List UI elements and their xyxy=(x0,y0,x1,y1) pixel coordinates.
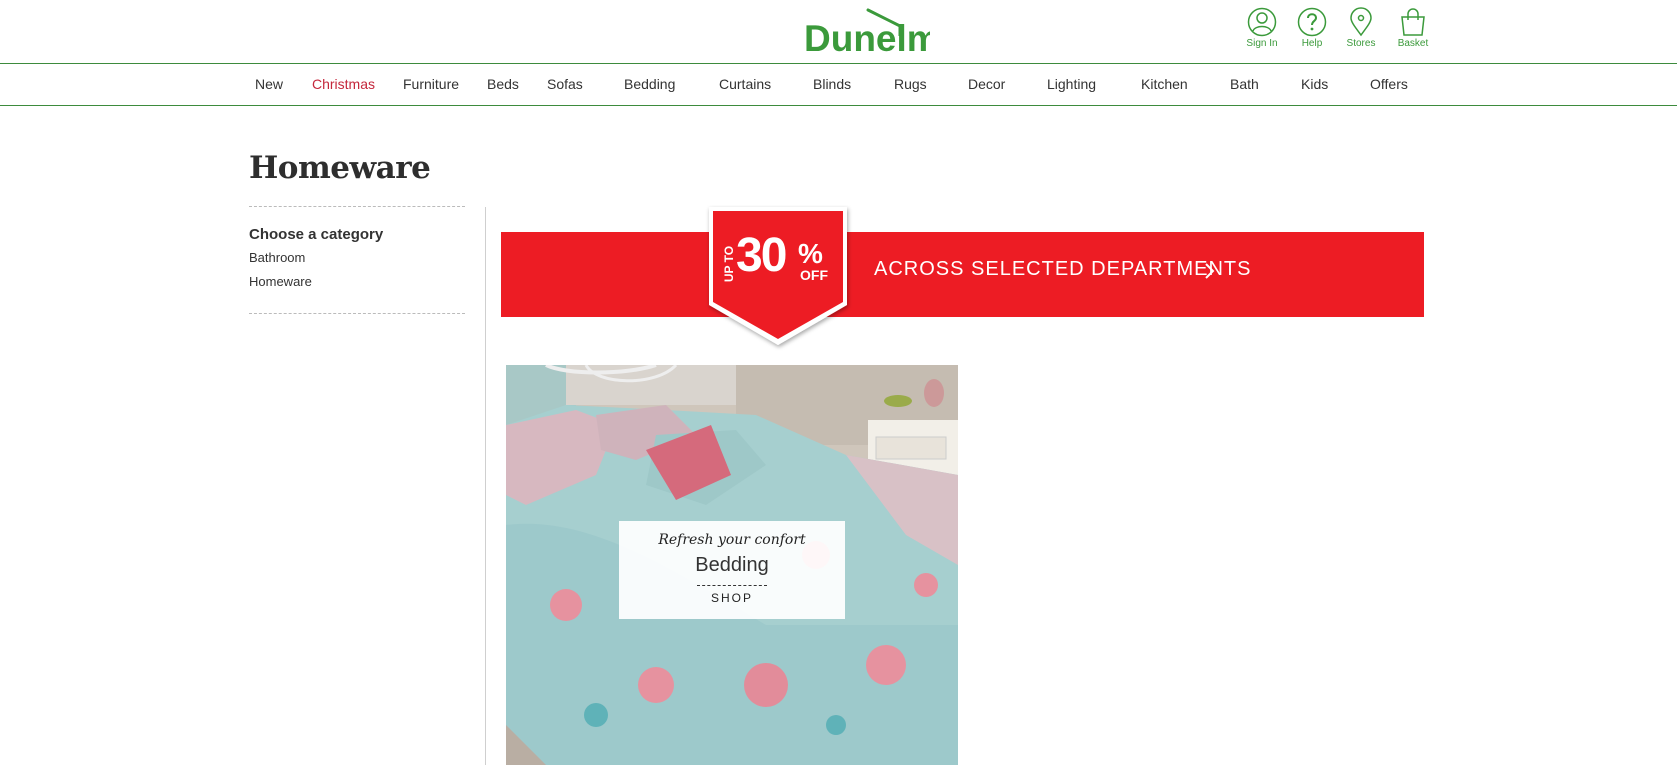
help-label: Help xyxy=(1301,38,1323,49)
nav-item-blinds[interactable]: Blinds xyxy=(813,76,851,92)
sign-in-label: Sign In xyxy=(1246,38,1278,49)
nav-item-decor[interactable]: Decor xyxy=(968,76,1005,92)
promo-text[interactable]: ACROSS SELECTED DEPARTMENTS xyxy=(874,258,1251,281)
site-header: Dunelm Sign In Help Stores Basket xyxy=(0,0,1677,64)
svg-text:Dunelm: Dunelm xyxy=(804,18,930,56)
nav-item-kitchen[interactable]: Kitchen xyxy=(1141,76,1188,92)
basket-label: Basket xyxy=(1397,38,1429,49)
nav-item-sofas[interactable]: Sofas xyxy=(547,76,583,92)
dunelm-logo[interactable]: Dunelm xyxy=(802,6,930,56)
sidebar-heading: Choose a category xyxy=(249,226,384,243)
page-title: Homeware xyxy=(249,150,431,186)
stores-label: Stores xyxy=(1346,38,1376,49)
nav-item-rugs[interactable]: Rugs xyxy=(894,76,927,92)
nav-item-christmas[interactable]: Christmas xyxy=(312,76,375,92)
bedding-tagline: Refresh your confort xyxy=(658,532,806,548)
shop-bedding-link[interactable]: SHOP xyxy=(619,591,845,605)
nav-item-bath[interactable]: Bath xyxy=(1230,76,1259,92)
caption-divider xyxy=(697,585,767,586)
stores-button[interactable]: Stores xyxy=(1338,7,1384,49)
badge-percent: % xyxy=(798,238,823,269)
nav-item-bedding[interactable]: Bedding xyxy=(624,76,675,92)
sidebar-link-homeware[interactable]: Homeware xyxy=(249,274,312,289)
nav-item-lighting[interactable]: Lighting xyxy=(1047,76,1096,92)
main-nav: New Christmas Furniture Beds Sofas Beddi… xyxy=(0,65,1677,106)
help-icon xyxy=(1297,7,1327,37)
help-button[interactable]: Help xyxy=(1289,7,1335,49)
sidebar-divider xyxy=(485,207,486,765)
badge-value: 30 xyxy=(736,229,787,282)
badge-off: OFF xyxy=(800,267,828,283)
bedding-title: Bedding xyxy=(695,554,769,576)
basket-button[interactable]: Basket xyxy=(1390,7,1436,49)
nav-item-furniture[interactable]: Furniture xyxy=(403,76,459,92)
user-icon xyxy=(1247,7,1277,37)
bedding-caption-box: Refresh your confort Bedding SHOP xyxy=(619,521,845,619)
sidebar-link-bathroom[interactable]: Bathroom xyxy=(249,250,305,265)
nav-item-kids[interactable]: Kids xyxy=(1301,76,1328,92)
sign-in-button[interactable]: Sign In xyxy=(1239,7,1285,49)
chevron-right-icon xyxy=(1205,263,1215,279)
nav-item-offers[interactable]: Offers xyxy=(1370,76,1408,92)
nav-item-beds[interactable]: Beds xyxy=(487,76,519,92)
nav-item-new[interactable]: New xyxy=(255,76,283,92)
basket-icon xyxy=(1401,8,1425,36)
badge-upto: UP TO xyxy=(722,245,737,283)
location-pin-icon xyxy=(1350,7,1372,37)
bedding-promo-card[interactable]: Refresh your confort Bedding SHOP xyxy=(506,365,958,765)
nav-item-curtains[interactable]: Curtains xyxy=(719,76,771,92)
category-sidebar: Choose a category Bathroom Homeware xyxy=(249,206,465,314)
